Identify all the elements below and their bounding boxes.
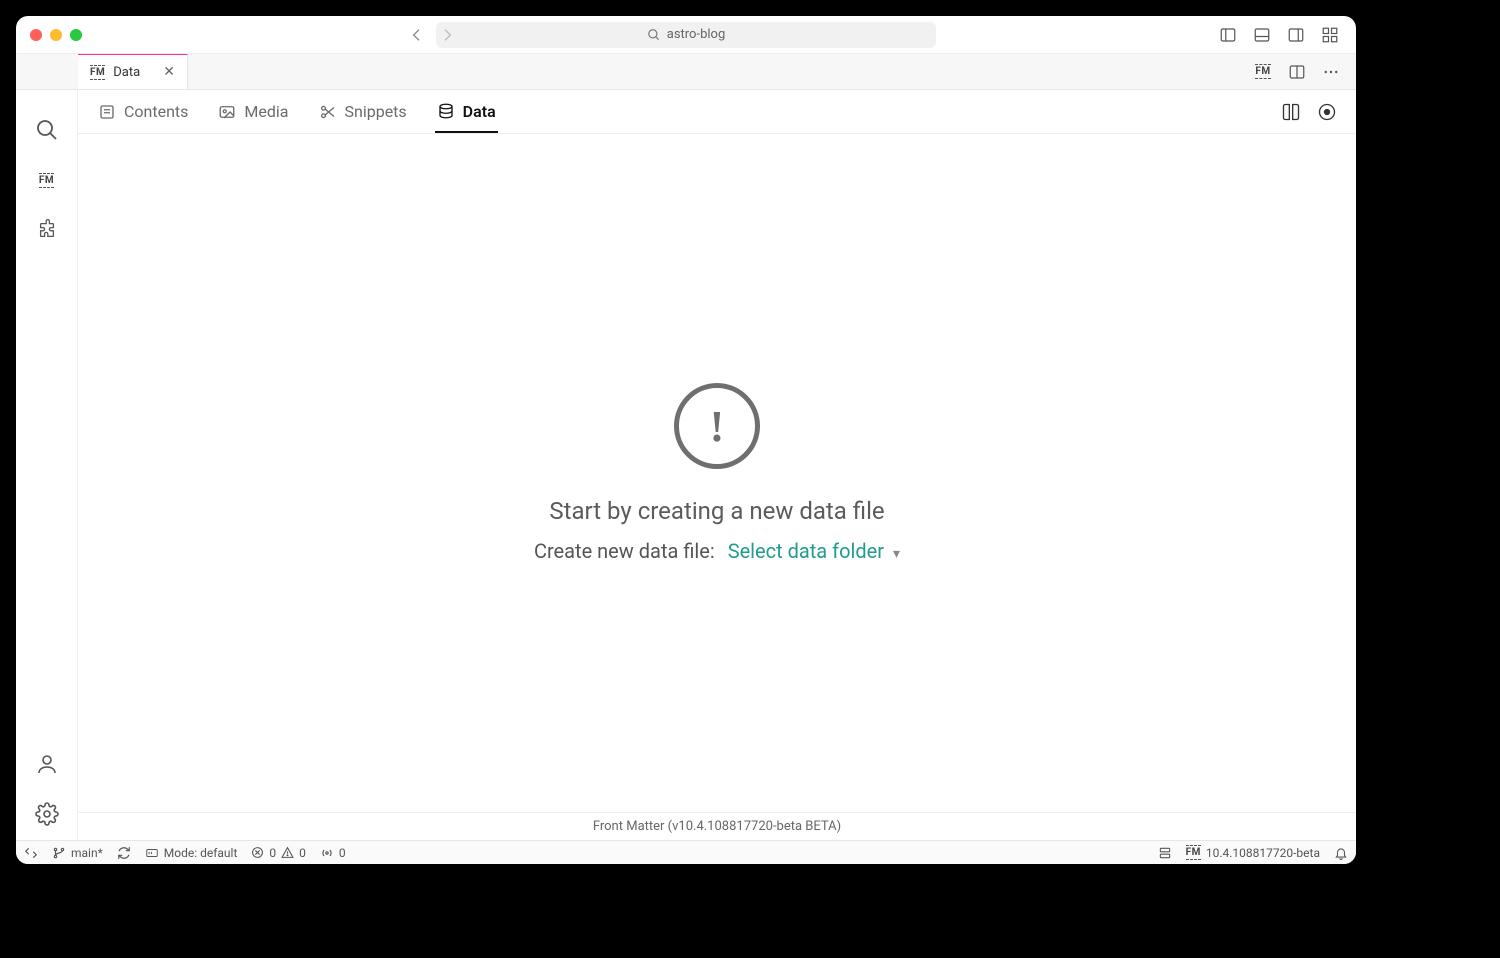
editor-body: Contents Media Snippets — [16, 90, 1356, 840]
accounts-icon[interactable] — [33, 750, 61, 778]
branch-name: main* — [71, 846, 103, 860]
command-center-search[interactable]: astro-blog — [436, 22, 936, 48]
select-data-folder-link[interactable]: Select data folder ▾ — [728, 539, 900, 563]
git-branch-item[interactable]: main* — [52, 846, 103, 860]
sync-item[interactable] — [117, 846, 131, 860]
search-view-icon[interactable] — [33, 116, 61, 144]
split-editor-icon[interactable] — [1286, 61, 1308, 83]
subnav-label: Snippets — [345, 102, 407, 121]
tab-data[interactable]: FM Data ✕ — [78, 54, 188, 89]
subnav-label: Media — [244, 102, 288, 121]
titlebar: astro-blog — [16, 16, 1356, 54]
subnav-media[interactable]: Media — [216, 92, 290, 131]
status-bar: main* Mode: default 0 0 0 FM 10.4.108817… — [16, 840, 1356, 864]
subnav-label: Data — [463, 102, 496, 121]
fm-version-item[interactable]: FM 10.4.108817720-beta — [1186, 845, 1320, 860]
snippets-icon — [319, 103, 337, 121]
data-icon — [437, 102, 455, 120]
media-icon — [218, 103, 236, 121]
nav-forward-button[interactable] — [436, 24, 458, 46]
empty-subtitle: Create new data file: Select data folder… — [534, 539, 900, 563]
extensions-icon[interactable] — [33, 216, 61, 244]
more-actions-icon[interactable] — [1320, 61, 1342, 83]
chevron-down-icon: ▾ — [893, 546, 900, 562]
server-icon[interactable] — [1158, 846, 1172, 860]
subnav-snippets[interactable]: Snippets — [317, 92, 409, 131]
tab-close-button[interactable]: ✕ — [163, 64, 175, 80]
subnav-contents[interactable]: Contents — [96, 92, 190, 131]
window-close-button[interactable] — [30, 29, 42, 41]
problems-item[interactable]: 0 0 — [251, 846, 306, 860]
search-text: astro-blog — [667, 27, 726, 42]
editor-tabs: FM Data ✕ FM — [16, 54, 1356, 90]
manage-icon[interactable] — [33, 800, 61, 828]
titlebar-right-controls — [1216, 23, 1342, 47]
front-matter-icon[interactable]: FM — [33, 166, 61, 194]
fm-action-icon[interactable]: FM — [1252, 61, 1274, 83]
fm-icon: FM — [90, 65, 105, 80]
exclamation-circle-icon: ! — [674, 383, 760, 469]
app-window: astro-blog — [16, 16, 1356, 864]
remote-indicator[interactable] — [24, 846, 38, 860]
notifications-icon[interactable] — [1334, 846, 1348, 860]
ports-item[interactable]: 0 — [320, 846, 346, 860]
traffic-lights — [30, 29, 82, 41]
window-maximize-button[interactable] — [70, 29, 82, 41]
editor-actions: FM — [1252, 54, 1356, 89]
empty-sub-prefix: Create new data file: — [534, 539, 715, 563]
mode-item[interactable]: Mode: default — [145, 846, 238, 860]
nav-back-button[interactable] — [406, 24, 428, 46]
search-icon — [647, 28, 661, 42]
mode-label: Mode: default — [164, 846, 238, 860]
empty-state: ! Start by creating a new data file Crea… — [78, 134, 1356, 812]
subnav-data[interactable]: Data — [435, 92, 498, 133]
activity-bar: FM — [16, 54, 78, 840]
settings-icon[interactable] — [1316, 101, 1338, 123]
toggle-secondary-sidebar-button[interactable] — [1284, 23, 1308, 47]
dashboard-subnav: Contents Media Snippets — [78, 90, 1356, 134]
toggle-primary-sidebar-button[interactable] — [1216, 23, 1240, 47]
tab-title: Data — [113, 65, 140, 80]
contents-icon — [98, 103, 116, 121]
docs-icon[interactable] — [1280, 101, 1302, 123]
window-minimize-button[interactable] — [50, 29, 62, 41]
customize-layout-button[interactable] — [1318, 23, 1342, 47]
subnav-label: Contents — [124, 102, 188, 121]
footer-text: Front Matter (v10.4.108817720-beta BETA) — [593, 819, 841, 834]
toggle-panel-button[interactable] — [1250, 23, 1274, 47]
footer-version-line: Front Matter (v10.4.108817720-beta BETA) — [78, 812, 1356, 840]
empty-title: Start by creating a new data file — [549, 497, 884, 525]
